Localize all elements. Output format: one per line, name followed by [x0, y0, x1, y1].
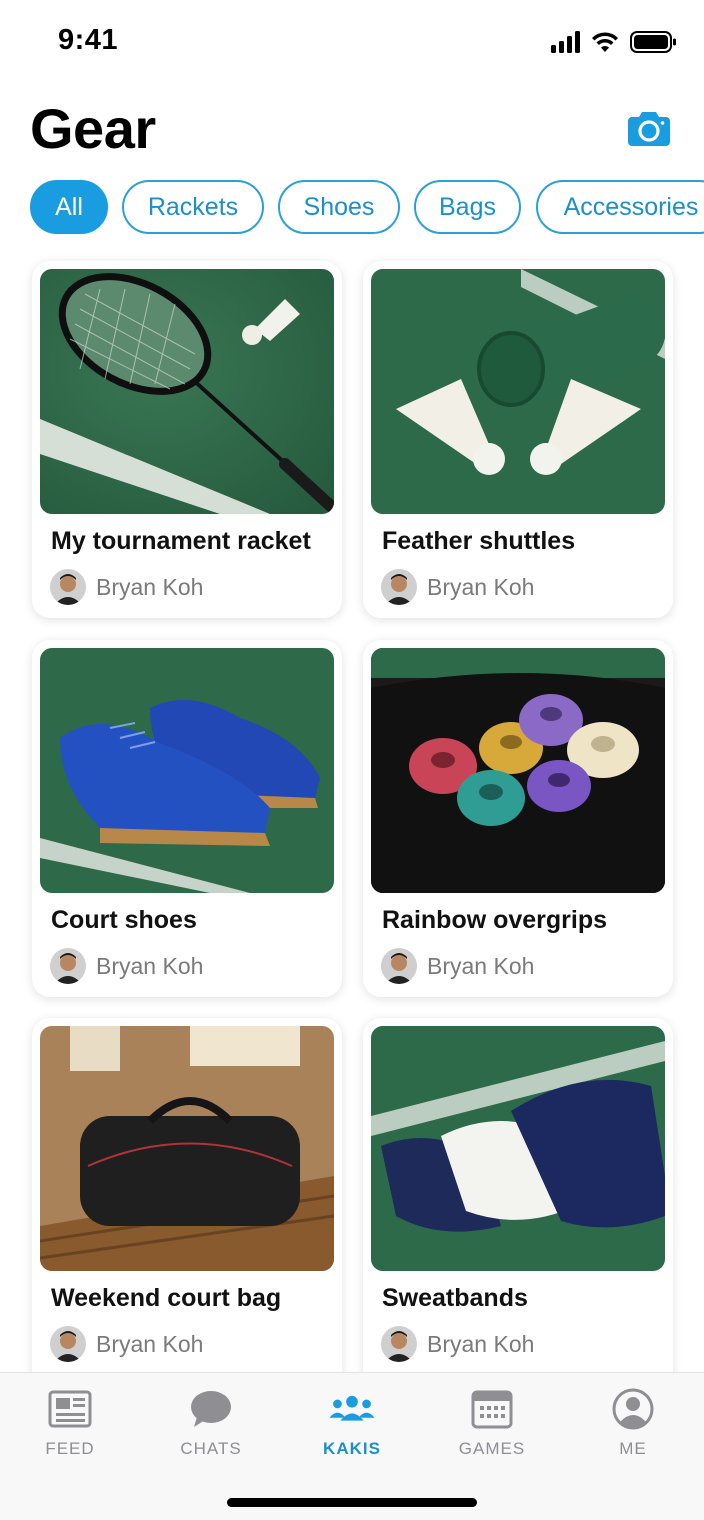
- people-group-icon: [328, 1387, 376, 1431]
- sweatbands-photo: [371, 1026, 665, 1271]
- tab-chats[interactable]: CHATS: [156, 1387, 266, 1467]
- chip-shoes[interactable]: Shoes: [278, 180, 400, 234]
- card-author[interactable]: Bryan Koh: [381, 948, 534, 984]
- status-icons: [551, 28, 678, 56]
- avatar: [381, 948, 417, 984]
- battery-icon: [630, 31, 676, 53]
- avatar: [50, 1326, 86, 1362]
- user-circle-icon: [609, 1387, 657, 1431]
- page-title: Gear: [30, 97, 156, 160]
- card-author[interactable]: Bryan Koh: [381, 569, 534, 605]
- tab-me[interactable]: ME: [578, 1387, 688, 1467]
- filter-chips: All Rackets Shoes Bags Accessories: [30, 180, 704, 234]
- overgrips-photo: [371, 648, 665, 893]
- gear-card[interactable]: Sweatbands Bryan Koh: [363, 1018, 673, 1398]
- chip-all[interactable]: All: [30, 180, 108, 234]
- avatar: [50, 948, 86, 984]
- tab-label: FEED: [45, 1439, 95, 1458]
- camera-icon: [628, 112, 670, 146]
- card-author[interactable]: Bryan Koh: [50, 948, 203, 984]
- author-name: Bryan Koh: [427, 952, 535, 979]
- tab-label: GAMES: [458, 1439, 526, 1458]
- card-author[interactable]: Bryan Koh: [50, 569, 203, 605]
- author-name: Bryan Koh: [96, 952, 204, 979]
- home-indicator: [227, 1498, 477, 1507]
- tab-label: ME: [619, 1439, 647, 1458]
- cellular-signal-icon: [551, 31, 580, 53]
- camera-button[interactable]: [626, 108, 672, 148]
- gear-card[interactable]: Court shoes Bryan Koh: [32, 640, 342, 997]
- chip-rackets[interactable]: Rackets: [122, 180, 264, 234]
- newspaper-icon: [46, 1387, 94, 1431]
- chip-bags[interactable]: Bags: [414, 180, 521, 234]
- avatar: [50, 569, 86, 605]
- shoes-photo: [40, 648, 334, 893]
- card-title: Sweatbands: [382, 1284, 528, 1312]
- card-title: Court shoes: [51, 906, 197, 934]
- card-author[interactable]: Bryan Koh: [50, 1326, 203, 1362]
- avatar: [381, 569, 417, 605]
- gear-card[interactable]: My tournament racket Bryan Koh: [32, 261, 342, 618]
- bag-photo: [40, 1026, 334, 1271]
- tab-label: KAKIS: [323, 1439, 381, 1458]
- avatar: [381, 1326, 417, 1362]
- gear-card[interactable]: Weekend court bag Bryan Koh: [32, 1018, 342, 1398]
- tab-kakis[interactable]: KAKIS: [297, 1387, 407, 1467]
- tab-feed[interactable]: FEED: [15, 1387, 125, 1467]
- chat-bubble-icon: [187, 1387, 235, 1431]
- status-time: 9:41: [58, 24, 119, 56]
- card-title: Weekend court bag: [51, 1284, 282, 1312]
- card-title: Rainbow overgrips: [382, 906, 608, 934]
- wifi-icon: [592, 32, 618, 52]
- author-name: Bryan Koh: [96, 573, 204, 600]
- card-author[interactable]: Bryan Koh: [381, 1326, 534, 1362]
- card-title: My tournament racket: [51, 527, 311, 555]
- author-name: Bryan Koh: [427, 573, 535, 600]
- calendar-icon: [468, 1387, 516, 1431]
- status-bar: 9:41: [0, 0, 704, 84]
- author-name: Bryan Koh: [427, 1330, 535, 1357]
- tab-games[interactable]: GAMES: [437, 1387, 547, 1467]
- gear-card[interactable]: Rainbow overgrips Bryan Koh: [363, 640, 673, 997]
- chip-accessories[interactable]: Accessories: [536, 180, 704, 234]
- gear-card[interactable]: Feather shuttles Bryan Koh: [363, 261, 673, 618]
- tab-label: CHATS: [180, 1439, 242, 1458]
- author-name: Bryan Koh: [96, 1330, 204, 1357]
- racket-photo: [40, 269, 334, 514]
- shuttles-photo: [371, 269, 665, 514]
- card-title: Feather shuttles: [382, 527, 576, 555]
